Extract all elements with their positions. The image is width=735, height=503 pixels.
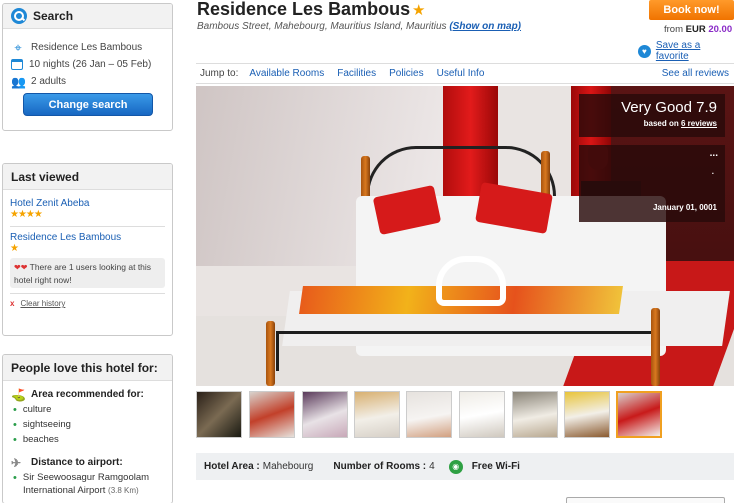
area-recommended-heading: ⛳ Area recommended for:	[11, 387, 144, 402]
viewers-notice-text: There are 1 users looking at this hotel …	[14, 262, 152, 285]
jump-link-policies[interactable]: Policies	[389, 68, 423, 79]
viewers-notice: ❤❤ There are 1 users looking at this hot…	[10, 258, 165, 288]
photo-thumbnail[interactable]	[196, 391, 242, 438]
photo-thumbnail[interactable]	[512, 391, 558, 438]
people-love-title: People love this hotel for:	[3, 355, 172, 381]
free-wifi-label: Free Wi-Fi	[471, 461, 520, 472]
clear-history-link[interactable]: Clear history	[20, 299, 65, 308]
wifi-icon: ◉	[448, 459, 463, 474]
jump-nav: Jump to: Available Rooms Facilities Poli…	[196, 63, 734, 84]
area-item: beaches	[3, 432, 172, 447]
jump-label: Jump to:	[200, 68, 239, 79]
area-item: sightseeing	[3, 417, 172, 432]
star-rating-icon: ★	[10, 243, 19, 254]
jump-link-facilities[interactable]: Facilities	[337, 68, 376, 79]
photo-thumbnail[interactable]	[354, 391, 400, 438]
review-text: ...	[709, 148, 718, 159]
review-snippet-overlay[interactable]: ... . January 01, 0001	[579, 145, 725, 222]
price-amount: 20.00	[708, 24, 733, 35]
search-guests-row: 👥 2 adults	[3, 73, 172, 90]
hotel-title: Residence Les Bambous	[197, 0, 411, 19]
photo-thumbnail-selected[interactable]	[616, 391, 662, 438]
photo-thumbnail[interactable]	[564, 391, 610, 438]
reviewer-name: .	[711, 167, 714, 176]
area-item: culture	[3, 402, 172, 417]
clear-history-row: x Clear history	[3, 299, 172, 308]
save-favorite-link[interactable]: Save as a favorite	[656, 40, 735, 62]
photo-thumbnail[interactable]	[249, 391, 295, 438]
search-hotel-row: ⌖ Residence Les Bambous	[3, 39, 172, 56]
rooms-value: 4	[429, 461, 435, 472]
star-icon: ★	[412, 2, 426, 19]
heart-icon: ♥	[638, 44, 651, 58]
hearts-icon: ❤❤	[14, 263, 28, 272]
search-panel: Search ⌖ Residence Les Bambous 10 nights…	[2, 3, 173, 131]
price-from: from EUR 20.00	[664, 24, 733, 35]
people-icon: 👥	[11, 74, 26, 89]
hotel-info-bar: Hotel Area : Mahebourg Number of Rooms :…	[196, 453, 734, 480]
rooms-label: Number of Rooms :	[333, 461, 427, 472]
rating-score: Very Good 7.9	[621, 99, 717, 116]
search-hotel: Residence Les Bambous	[31, 42, 143, 53]
airport-name: Sir Seewoosagur Ramgoolam	[3, 470, 172, 485]
search-panel-title: Search	[33, 9, 74, 23]
book-now-button[interactable]: Book now!	[649, 0, 734, 20]
reviews-count-link[interactable]: 6 reviews	[681, 119, 717, 128]
airport-name-line2: International Airport (3.8 Km)	[23, 485, 139, 496]
star-rating-icon: ★★★★	[10, 209, 43, 220]
people-love-panel: People love this hotel for: ⛳ Area recom…	[2, 354, 173, 503]
see-all-reviews-link[interactable]: See all reviews	[662, 68, 729, 79]
photo-thumbnail[interactable]	[406, 391, 452, 438]
hotel-address: Bambous Street, Mahebourg, Mauritius Isl…	[197, 21, 522, 32]
search-dates-row: 10 nights (26 Jan – 05 Feb)	[3, 56, 172, 73]
last-viewed-panel: Last viewed Hotel Zenit Abeba ★★★★ Resid…	[2, 163, 173, 336]
last-viewed-item-link[interactable]: Residence Les Bambous	[3, 232, 172, 243]
search-icon	[11, 8, 27, 24]
save-favorite-row: ♥ Save as a favorite	[638, 40, 735, 62]
review-date: January 01, 0001	[652, 203, 717, 212]
jump-link-available-rooms[interactable]: Available Rooms	[249, 68, 324, 79]
area-label: Hotel Area :	[204, 461, 260, 472]
jump-link-useful-info[interactable]: Useful Info	[437, 68, 485, 79]
divider	[10, 226, 165, 227]
rating-overlay[interactable]: Very Good 7.9 based on 6 reviews	[579, 94, 725, 137]
last-viewed-item-link[interactable]: Hotel Zenit Abeba	[3, 198, 172, 209]
airplane-icon: ✈	[11, 455, 22, 470]
airport-distance-heading: ✈ Distance to airport:	[11, 455, 123, 470]
rating-based-on: based on 6 reviews	[643, 119, 717, 128]
airport-distance: (3.8 Km)	[108, 486, 139, 495]
show-on-map-link[interactable]: (Show on map)	[449, 21, 521, 32]
search-dates: 10 nights (26 Jan – 05 Feb)	[29, 59, 152, 70]
divider	[10, 293, 165, 294]
photo-thumbnail[interactable]	[459, 391, 505, 438]
display-select[interactable]	[566, 497, 725, 503]
calendar-icon	[11, 59, 23, 70]
location-pin-icon: ⌖	[14, 39, 22, 55]
search-panel-header: Search	[3, 4, 172, 29]
change-search-button[interactable]: Change search	[23, 93, 153, 116]
area-value: Mahebourg	[262, 461, 314, 472]
signpost-icon: ⛳	[11, 387, 26, 402]
search-guests: 2 adults	[31, 76, 67, 87]
photo-thumbnail[interactable]	[302, 391, 348, 438]
last-viewed-title: Last viewed	[3, 164, 172, 190]
close-icon: x	[10, 299, 15, 308]
